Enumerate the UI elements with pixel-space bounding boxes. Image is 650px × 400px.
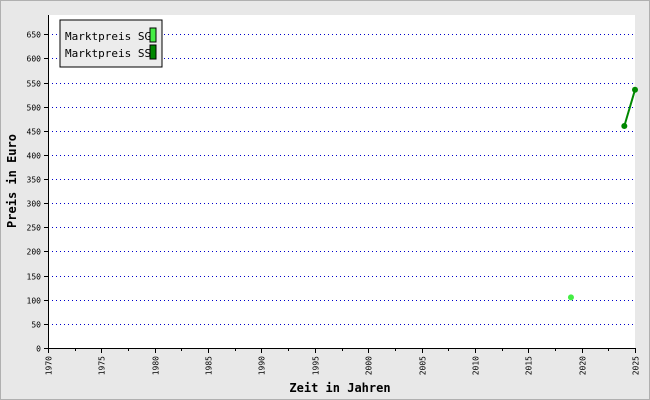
y-tick-label: 650 (27, 31, 42, 40)
y-tick-label: 100 (27, 297, 42, 306)
y-tick-label: 200 (27, 248, 42, 257)
y-tick-label: 0 (36, 345, 41, 354)
y-tick-label: 600 (27, 55, 42, 64)
y-tick-label: 350 (27, 176, 42, 185)
y-tick-label: 500 (27, 104, 42, 113)
x-tick-label: 1970 (45, 356, 54, 375)
x-tick-label: 2015 (525, 356, 534, 375)
y-tick-label: 50 (31, 321, 41, 330)
x-tick-label: 2010 (472, 356, 481, 375)
legend-label-ss: Marktpreis SS (65, 47, 151, 60)
x-tick-label: 1985 (205, 356, 214, 375)
legend: Marktpreis SG Marktpreis SS (59, 19, 163, 68)
x-tick-label: 2025 (632, 356, 641, 375)
x-tick-label: 2020 (579, 356, 588, 375)
legend-swatch-ss (149, 44, 157, 60)
data-point (632, 86, 638, 93)
y-tick-label: 400 (27, 152, 42, 161)
x-tick-label: 1980 (152, 356, 161, 375)
chart-svg: 0 50 100 150 200 250 300 350 400 450 500 550 600 650 1… (0, 0, 650, 400)
x-tick-label: 2000 (365, 356, 374, 375)
chart: 0 50 100 150 200 250 300 350 400 450 500 550 600 650 1… (0, 0, 650, 400)
legend-label-sg: Marktpreis SG (65, 30, 151, 43)
y-axis-title: Preis in Euro (5, 134, 19, 228)
x-tick-label: 1995 (312, 356, 321, 375)
y-tick-label: 300 (27, 200, 42, 209)
x-tick-label: 2005 (419, 356, 428, 375)
data-point (567, 294, 574, 301)
y-tick-label: 250 (27, 224, 42, 233)
y-tick-label: 450 (27, 128, 42, 137)
x-axis-title: Zeit in Jahren (289, 381, 390, 395)
x-tick-label: 1975 (98, 356, 107, 375)
x-tick-label: 1990 (258, 356, 267, 375)
y-tick-label: 550 (27, 80, 42, 89)
y-tick-label: 150 (27, 273, 42, 282)
legend-swatch-sg (149, 27, 157, 43)
data-point (621, 123, 628, 129)
